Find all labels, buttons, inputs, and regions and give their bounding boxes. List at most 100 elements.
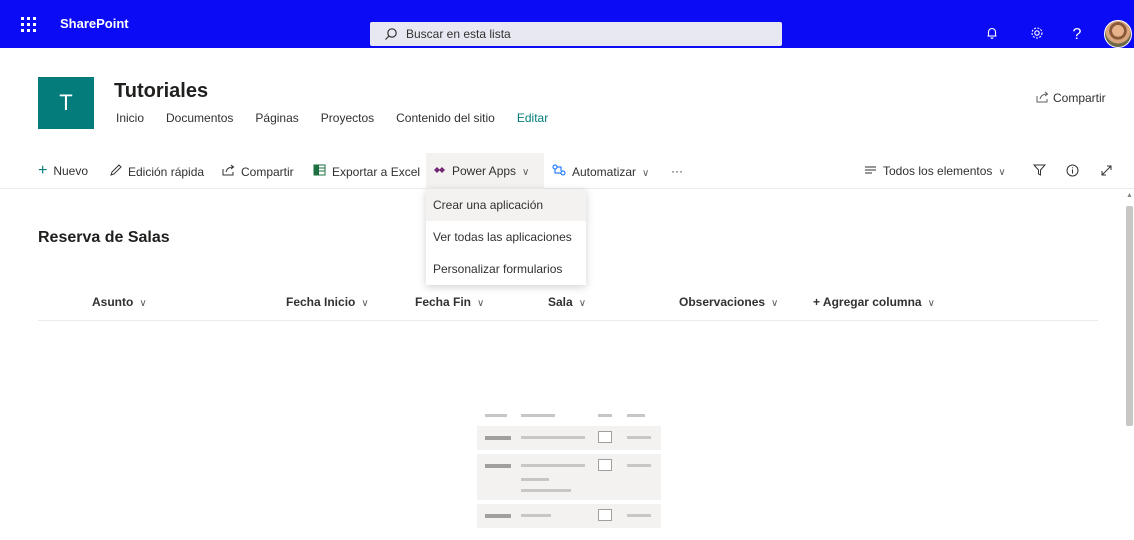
image-placeholder-icon: [598, 509, 612, 521]
scroll-up-arrow[interactable]: ▲: [1126, 192, 1133, 199]
export-label: Exportar a Excel: [332, 165, 421, 179]
column-label: Fecha Fin: [415, 295, 472, 309]
share-site-button[interactable]: Compartir: [1036, 91, 1106, 105]
pencil-icon: [110, 164, 122, 176]
power-apps-icon: [434, 167, 445, 173]
search-icon: [385, 28, 397, 40]
placeholder-bar: [521, 436, 585, 439]
info-icon: [1066, 164, 1079, 177]
placeholder-bar: [485, 414, 507, 417]
header-divider: [38, 320, 1098, 321]
site-logo[interactable]: T: [38, 77, 94, 129]
search-box[interactable]: Buscar en esta lista: [370, 22, 782, 46]
gear-icon[interactable]: [1028, 26, 1046, 44]
expand-icon: [1101, 165, 1112, 176]
share-icon: [1036, 91, 1049, 103]
chevron-down-icon: ∨: [477, 298, 485, 309]
avatar[interactable]: [1104, 20, 1132, 48]
placeholder-bar: [485, 436, 511, 440]
flow-icon: [552, 164, 566, 176]
fullscreen-button[interactable]: [1100, 164, 1113, 180]
placeholder-bar: [485, 464, 511, 468]
column-label: Fecha Inicio: [286, 295, 356, 309]
power-apps-button[interactable]: Power Apps ∨: [433, 164, 529, 178]
quick-edit-label: Edición rápida: [128, 165, 205, 179]
menu-item-create-app[interactable]: Crear una aplicación: [426, 189, 586, 221]
add-column-button[interactable]: + Agregar columna ∨: [813, 295, 935, 309]
placeholder-bar: [627, 436, 651, 439]
view-label: Todos los elementos: [883, 164, 993, 178]
column-label: Asunto: [92, 295, 134, 309]
column-header-fecha-inicio[interactable]: Fecha Inicio ∨: [286, 295, 369, 309]
app-launcher-icon[interactable]: [18, 14, 38, 34]
share-icon: [222, 164, 235, 176]
share-site-label: Compartir: [1053, 91, 1106, 105]
add-column-label: + Agregar columna: [813, 295, 922, 309]
excel-icon: [313, 164, 326, 176]
quick-edit-button[interactable]: Edición rápida: [110, 164, 204, 179]
power-apps-menu: Crear una aplicación Ver todas las aplic…: [426, 189, 586, 285]
chevron-down-icon: ∨: [522, 167, 530, 178]
chevron-down-icon: ∨: [771, 298, 779, 309]
share-label: Compartir: [241, 165, 294, 179]
placeholder-bar: [521, 414, 555, 417]
nav-item-paginas[interactable]: Páginas: [255, 111, 298, 125]
placeholder-row: [477, 504, 661, 528]
column-header-fecha-fin[interactable]: Fecha Fin ∨: [415, 295, 484, 309]
app-brand[interactable]: SharePoint: [60, 16, 129, 31]
placeholder-row: [477, 454, 661, 500]
search-input[interactable]: Buscar en esta lista: [406, 27, 511, 41]
placeholder-bar: [627, 514, 651, 517]
placeholder-row: [477, 426, 661, 450]
plus-icon: +: [38, 162, 48, 179]
column-header-asunto[interactable]: Asunto ∨: [92, 295, 147, 309]
placeholder-bar: [598, 414, 612, 417]
column-label: Sala: [548, 295, 573, 309]
site-title[interactable]: Tutoriales: [114, 80, 208, 103]
share-button[interactable]: Compartir: [222, 164, 294, 179]
placeholder-bar: [521, 514, 551, 517]
scrollbar-thumb[interactable]: [1126, 206, 1133, 426]
placeholder-bar: [627, 414, 645, 417]
filter-icon: [1032, 164, 1047, 176]
chevron-down-icon: ∨: [642, 168, 650, 179]
nav-item-documentos[interactable]: Documentos: [166, 111, 233, 125]
suite-bar: SharePoint Buscar en esta lista ?: [0, 0, 1134, 48]
view-switcher[interactable]: Todos los elementos ∨: [864, 164, 1006, 178]
automate-label: Automatizar: [572, 165, 637, 179]
power-apps-label: Power Apps: [452, 164, 517, 178]
chevron-down-icon: ∨: [578, 298, 587, 309]
new-label: Nuevo: [53, 164, 89, 178]
column-header-observaciones[interactable]: Observaciones ∨: [679, 295, 778, 309]
filter-button[interactable]: [1032, 164, 1047, 179]
placeholder-bar: [521, 489, 571, 492]
column-label: Observaciones: [679, 295, 766, 309]
column-header-sala[interactable]: Sala ∨: [548, 295, 586, 309]
image-placeholder-icon: [598, 459, 612, 471]
menu-item-customize-forms[interactable]: Personalizar formularios: [426, 253, 586, 285]
chevron-down-icon: ∨: [998, 167, 1006, 178]
chevron-down-icon: ∨: [927, 298, 935, 309]
help-icon[interactable]: ?: [1068, 26, 1086, 44]
nav-item-inicio[interactable]: Inicio: [116, 111, 144, 125]
nav-item-contenido[interactable]: Contenido del sitio: [396, 111, 495, 125]
nav-item-proyectos[interactable]: Proyectos: [321, 111, 374, 125]
menu-item-view-apps[interactable]: Ver todas las aplicaciones: [426, 221, 586, 253]
bell-icon[interactable]: [983, 26, 1001, 44]
list-view-icon: [865, 166, 876, 174]
info-button[interactable]: [1066, 164, 1079, 180]
list-title: Reserva de Salas: [38, 229, 170, 246]
nav-edit-link[interactable]: Editar: [517, 111, 548, 125]
image-placeholder-icon: [598, 431, 612, 443]
placeholder-bar: [627, 464, 651, 467]
new-button[interactable]: + Nuevo: [38, 162, 89, 179]
chevron-down-icon: ∨: [361, 298, 369, 309]
automate-button[interactable]: Automatizar ∨: [552, 164, 649, 179]
placeholder-bar: [521, 464, 585, 467]
chevron-down-icon: ∨: [139, 298, 147, 309]
site-navigation: Inicio Documentos Páginas Proyectos Cont…: [116, 111, 570, 125]
export-excel-button[interactable]: Exportar a Excel: [313, 164, 420, 179]
placeholder-bar: [485, 514, 511, 518]
placeholder-bar: [521, 478, 549, 481]
more-options-button[interactable]: ···: [671, 164, 683, 178]
